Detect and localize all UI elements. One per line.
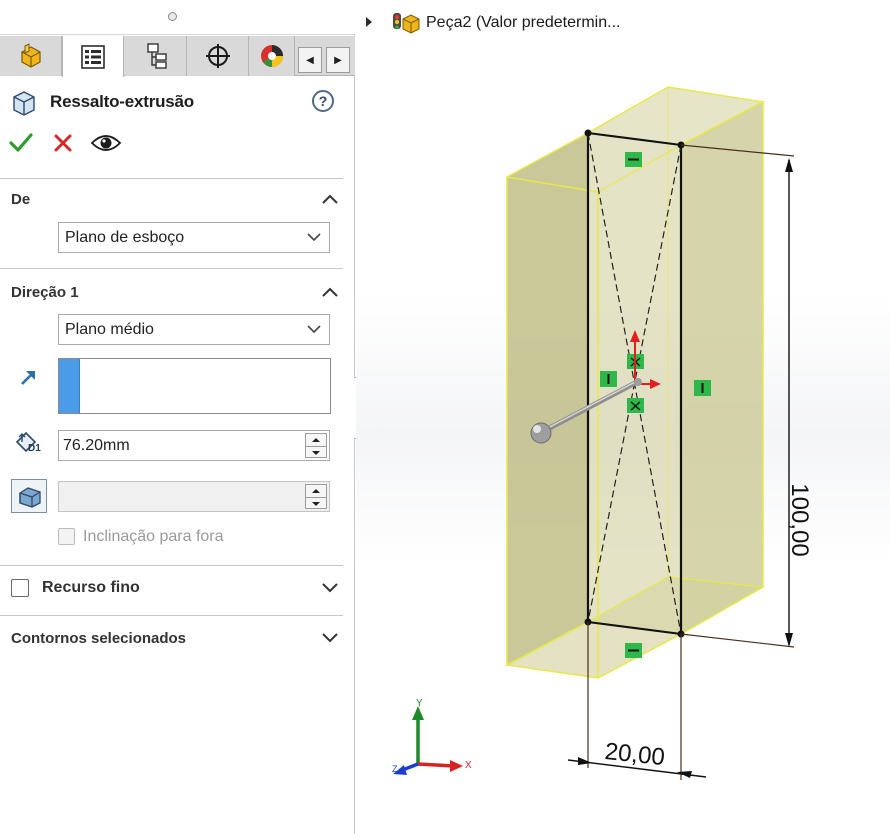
divider — [0, 615, 343, 616]
part-name[interactable]: Peça2 (Valor predetermin... — [426, 14, 620, 32]
spin-down-button[interactable] — [306, 446, 326, 458]
tab-property-manager[interactable] — [62, 36, 124, 77]
section-selected-contours-title[interactable]: Contornos selecionados — [11, 630, 186, 647]
triad-y-label: Y — [416, 698, 423, 709]
tab-dimxpert-manager[interactable] — [187, 36, 249, 76]
cancel-button[interactable] — [52, 132, 74, 154]
divider — [0, 268, 343, 269]
draft-outward-label: Inclinação para fora — [83, 528, 224, 545]
direction-arrow-icon — [21, 371, 35, 385]
end-condition-select[interactable]: Plano médio — [58, 314, 330, 345]
property-manager-panel: ◀ ▶ Ressalto-extrusão ? De Plano de esbo… — [0, 0, 355, 834]
extrude-boss-icon — [13, 91, 35, 116]
tabs-scroll-left-button[interactable]: ◀ — [298, 47, 322, 73]
depth-icon-label: D1 — [28, 443, 41, 454]
draft-toggle-button[interactable] — [11, 479, 47, 513]
triad-z-label: Z — [392, 764, 398, 774]
tab-feature-manager[interactable] — [0, 36, 62, 76]
feature-manager-icon — [20, 43, 41, 68]
chevron-up-icon[interactable] — [320, 285, 340, 299]
chevron-down-icon[interactable] — [320, 631, 340, 645]
divider — [0, 178, 343, 179]
help-icon[interactable]: ? — [312, 90, 334, 112]
height-dimension-value[interactable]: 100,00 — [786, 483, 813, 556]
depth-spinner[interactable] — [305, 433, 327, 458]
thin-feature-title[interactable]: Recurso fino — [42, 579, 140, 597]
feature-title: Ressalto-extrusão — [50, 92, 194, 111]
draft-angle-spinner[interactable] — [305, 484, 327, 509]
spin-down-button[interactable] — [306, 497, 326, 509]
depth-value: 76.20mm — [63, 437, 130, 454]
chevron-down-icon[interactable] — [320, 581, 340, 595]
spin-up-button[interactable] — [306, 434, 326, 446]
start-condition-select[interactable]: Plano de esboço — [58, 222, 330, 253]
ok-button[interactable] — [8, 130, 34, 156]
depth-icon: D1 — [14, 430, 48, 460]
grip-dot-icon — [168, 12, 177, 21]
preview-eye-button[interactable] — [90, 132, 122, 154]
property-manager-icon — [81, 44, 105, 69]
action-buttons — [8, 130, 158, 160]
section-direction1-title[interactable]: Direção 1 — [11, 284, 79, 301]
feature-title-row: Ressalto-extrusão ? — [10, 88, 340, 118]
spin-up-button[interactable] — [306, 485, 326, 497]
chevron-up-icon[interactable] — [320, 192, 340, 206]
direction-reference-selection-box[interactable] — [58, 358, 331, 414]
depth-input[interactable]: 76.20mm — [58, 430, 330, 461]
tabs-scroll-right-button[interactable]: ▶ — [326, 47, 350, 73]
end-condition-value: Plano médio — [65, 321, 154, 338]
draft-icon — [19, 487, 41, 508]
chevron-down-icon — [307, 325, 321, 334]
draft-angle-input[interactable] — [58, 481, 330, 512]
part-icon — [393, 13, 420, 34]
tab-display-manager[interactable] — [249, 36, 295, 76]
dimxpert-icon — [205, 44, 230, 68]
thin-feature-checkbox[interactable] — [11, 579, 29, 597]
configuration-manager-icon — [146, 43, 167, 69]
active-selection-indicator — [59, 359, 80, 413]
panel-top-grip[interactable] — [0, 0, 355, 35]
start-condition-value: Plano de esboço — [65, 229, 185, 246]
triad-x-label: X — [465, 760, 472, 771]
model-scene[interactable]: 100,00 20,00 Y X Z — [356, 0, 890, 834]
section-from-title[interactable]: De — [11, 191, 30, 208]
divider — [0, 565, 343, 566]
reference-triad — [393, 706, 463, 775]
display-manager-icon — [260, 45, 283, 67]
chevron-down-icon — [307, 233, 321, 242]
tab-configuration-manager[interactable] — [125, 36, 187, 76]
expand-arrow-icon[interactable] — [364, 16, 374, 28]
draft-outward-checkbox[interactable] — [58, 528, 75, 545]
feature-tree-flyout[interactable]: Peça2 (Valor predetermin... — [364, 10, 684, 36]
manager-tab-bar: ◀ ▶ — [0, 36, 355, 77]
graphics-area[interactable]: 100,00 20,00 Y X Z Peça2 (Valor predeter… — [356, 0, 890, 834]
